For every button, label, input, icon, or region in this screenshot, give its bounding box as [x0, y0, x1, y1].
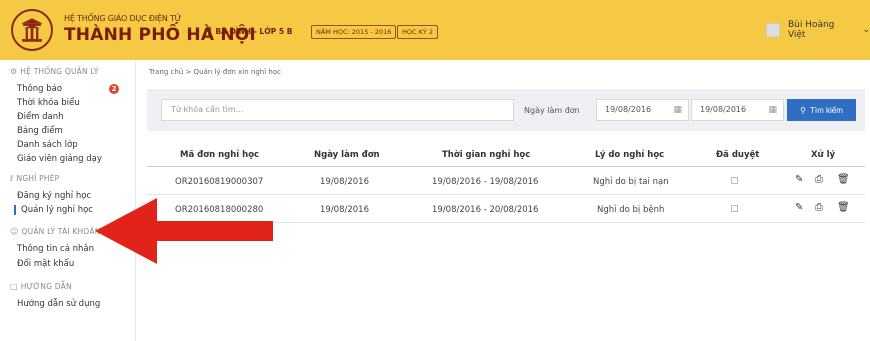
approved-checkbox [731, 177, 738, 184]
sidebar-item-notifications[interactable]: Thông báo [17, 84, 62, 94]
calendar-icon[interactable]: ▦ [673, 100, 682, 120]
sidebar-section-leave: ℓ NGHỈ PHÉP [10, 174, 59, 183]
sidebar-item-change-password[interactable]: Đổi mật khẩu [17, 259, 74, 269]
document-icon: □ [10, 282, 18, 291]
sidebar-item-grades[interactable]: Bảng điểm [17, 126, 63, 136]
chevron-down-icon: ⌄ [862, 25, 870, 35]
column-header: Mã đơn nghỉ học [180, 150, 260, 160]
filter-panel: Từ khóa cần tìm... Ngày làm đơn 19/08/20… [147, 89, 865, 131]
delete-icon[interactable]: 🗑 [837, 174, 850, 185]
request-date: 19/08/2016 [320, 177, 369, 187]
semester-badge[interactable]: HỌC KỲ 2 [397, 25, 439, 39]
breadcrumb[interactable]: Trang chủ > Quản lý đơn xin nghỉ học [149, 68, 281, 76]
sidebar-item-class-list[interactable]: Danh sách lớp [17, 140, 78, 150]
sidebar-item-attendance[interactable]: Điểm danh [17, 112, 64, 122]
sidebar-section-title: NGHỈ PHÉP [16, 174, 60, 183]
leave-reason: Nghỉ do bị tai nạn [593, 177, 669, 187]
column-header: Đã duyệt [716, 150, 760, 160]
column-header: Thời gian nghỉ học [442, 150, 531, 160]
leaf-icon: ℓ [10, 174, 14, 183]
search-input[interactable]: Từ khóa cần tìm... [161, 99, 514, 121]
city-logo-icon [11, 9, 53, 51]
leave-reason: Nghỉ do bị bệnh [597, 205, 665, 215]
sidebar-item-register-leave[interactable]: Đăng ký nghỉ học [17, 191, 91, 201]
column-header: Ngày làm đơn [314, 150, 380, 160]
gear-icon: ⚙ [10, 67, 18, 76]
user-icon: ☺ [10, 227, 19, 236]
date-from-value: 19/08/2016 [605, 105, 652, 114]
sidebar-item-profile[interactable]: Thông tin cá nhân [17, 244, 94, 254]
sidebar-section-title: HỆ THỐNG QUẢN LÝ [20, 67, 99, 76]
search-icon: ⚲ [800, 105, 806, 115]
sidebar-section-title: HƯỚNG DẪN [20, 282, 72, 291]
column-header: Xử lý [811, 150, 836, 160]
request-date: 19/08/2016 [320, 205, 369, 215]
date-to-value: 19/08/2016 [700, 105, 747, 114]
search-button-label: Tìm kiếm [809, 105, 843, 115]
leave-period: 19/08/2016 - 20/08/2016 [432, 205, 539, 215]
school-year-badge[interactable]: NĂM HỌC: 2015 - 2016 [311, 25, 397, 39]
notification-count-badge: 2 [109, 84, 119, 94]
avatar [766, 23, 780, 37]
sidebar-item-timetable[interactable]: Thời khóa biểu [17, 98, 80, 108]
calendar-icon[interactable]: ▦ [768, 100, 777, 120]
search-button[interactable]: ⚲ Tìm kiếm [787, 99, 856, 121]
date-to-field[interactable]: 19/08/2016 ▦ [691, 99, 784, 121]
sidebar-section-system: ⚙ HỆ THỐNG QUẢN LÝ [10, 67, 99, 76]
edit-icon[interactable]: ✎ [795, 202, 803, 213]
print-icon[interactable]: ⎙ [815, 174, 823, 185]
class-location[interactable]: ⚲ BA ĐÌNH - LỚP 5 B [205, 26, 292, 37]
user-name: Bùi Hoàng Việt [787, 20, 835, 40]
request-id: OR20160819000307 [175, 177, 264, 187]
sidebar-item-teachers[interactable]: Giáo viên giảng dạy [17, 154, 102, 164]
leave-period: 19/08/2016 - 19/08/2016 [432, 177, 539, 187]
date-filter-label: Ngày làm đơn [524, 106, 580, 115]
date-from-field[interactable]: 19/08/2016 ▦ [596, 99, 689, 121]
top-header: HỆ THỐNG GIÁO DỤC ĐIỆN TỬ THÀNH PHỐ HÀ N… [0, 0, 870, 60]
class-location-label: BA ĐÌNH - LỚP 5 B [215, 27, 293, 36]
delete-icon[interactable]: 🗑 [837, 202, 850, 213]
map-pin-icon: ⚲ [205, 26, 213, 37]
brand-subtitle: HỆ THỐNG GIÁO DỤC ĐIỆN TỬ [64, 14, 182, 23]
print-icon[interactable]: ⎙ [815, 202, 823, 213]
column-header: Lý do nghỉ học [595, 150, 665, 160]
sidebar-section-title: QUẢN LÝ TÀI KHOẢN [21, 227, 101, 236]
table-header: Mã đơn nghỉ học Ngày làm đơn Thời gian n… [147, 142, 865, 167]
sidebar-item-manage-leave[interactable]: Quản lý nghỉ học [14, 205, 93, 215]
table-row[interactable]: OR20160819000307 19/08/2016 19/08/2016 -… [147, 167, 865, 195]
sidebar-item-user-guide[interactable]: Hướng dẫn sử dụng [17, 299, 100, 309]
annotation-arrow-icon [95, 198, 273, 264]
edit-icon[interactable]: ✎ [795, 174, 803, 185]
user-menu[interactable]: Bùi Hoàng Việt ⌄ [766, 20, 870, 40]
approved-checkbox [731, 205, 738, 212]
sidebar-section-guide: □ HƯỚNG DẪN [10, 282, 72, 291]
sidebar-section-account: ☺ QUẢN LÝ TÀI KHOẢN [10, 227, 101, 236]
